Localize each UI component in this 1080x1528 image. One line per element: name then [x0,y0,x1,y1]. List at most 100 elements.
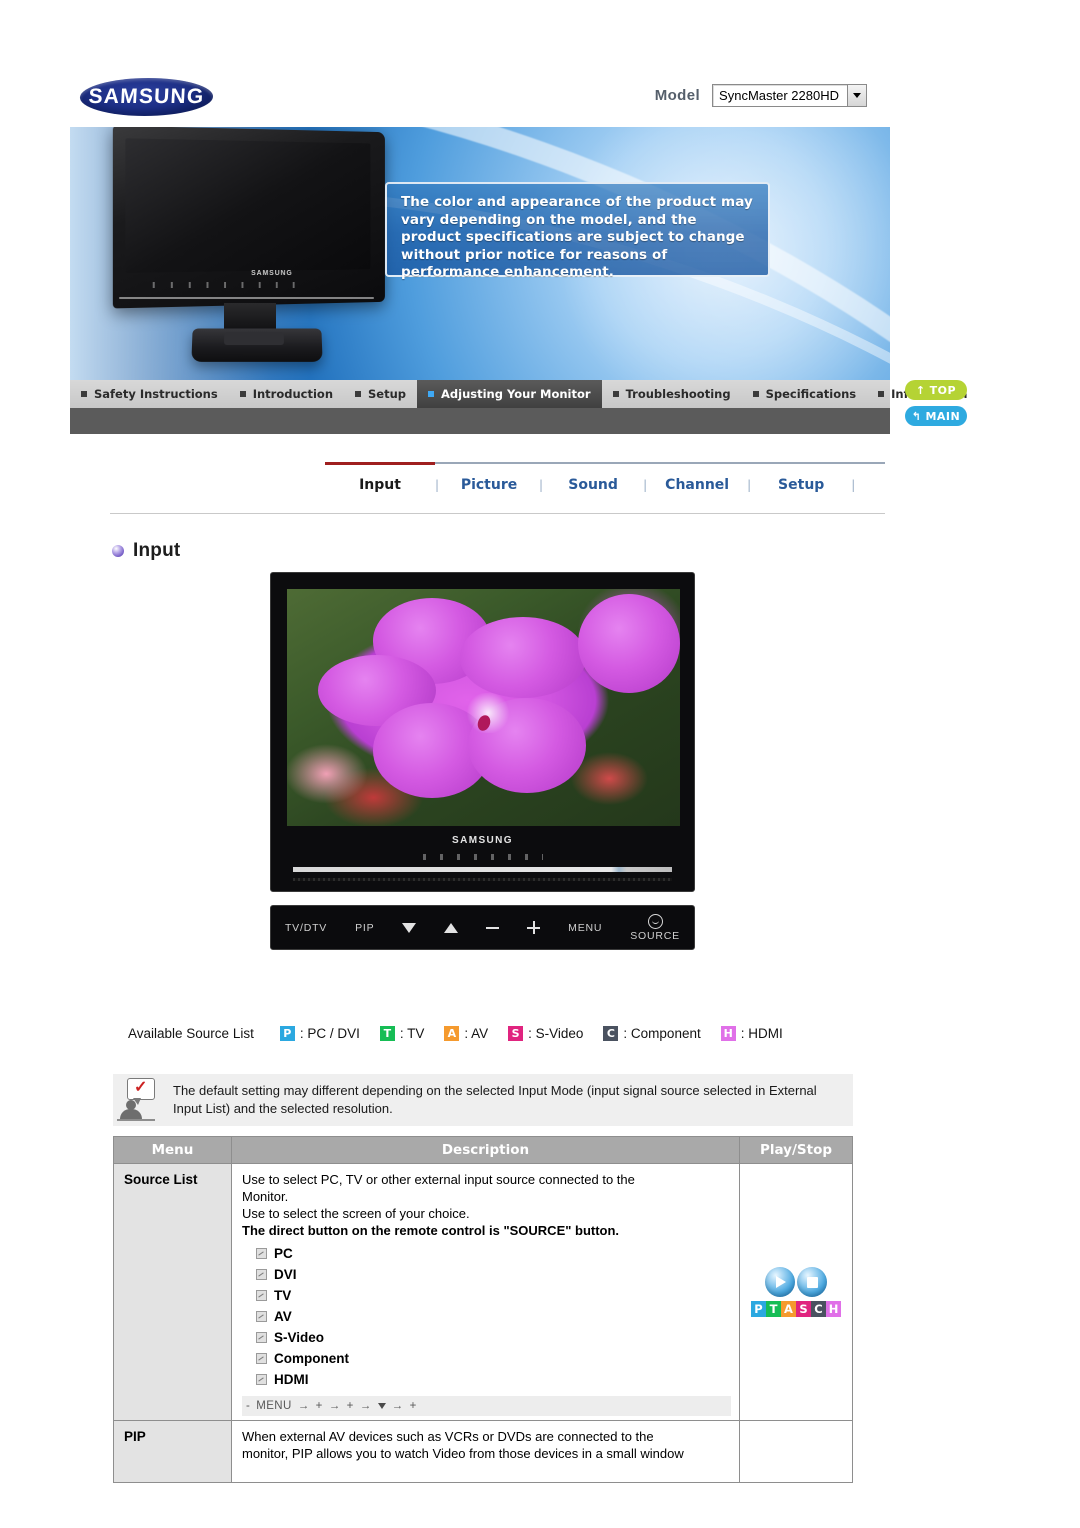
main-button[interactable]: ↰ MAIN [905,406,967,426]
desc-line: Monitor. [242,1189,289,1204]
available-source-list-label: Available Source List [128,1026,254,1041]
person-body-icon [120,1109,142,1119]
legend-item-label: : S-Video [528,1026,584,1041]
model-selector-group: Model SyncMaster 2280HD [655,84,867,107]
square-bullet-icon [752,391,759,397]
tab-picture[interactable]: Picture [439,477,539,493]
control-tvdtv[interactable]: TV/DTV [285,922,327,934]
list-marker-icon [256,1311,267,1322]
list-marker-icon [256,1374,267,1385]
legend-item-label: : TV [399,1026,425,1041]
chevron-down-icon[interactable] [847,85,866,106]
badge-t: T [766,1301,781,1317]
banner-callout-text: The color and appearance of the product … [401,194,753,280]
tab-setup[interactable]: Setup [751,477,851,493]
badge-s: S [796,1301,811,1317]
legend-item-label: : HDMI [740,1026,783,1041]
badge-p: P [751,1301,766,1317]
nav-item-setup[interactable]: Setup [344,380,417,408]
source-chip-c: C [603,1026,619,1041]
home-arrow-icon: ↰ [911,409,922,423]
arrow-up-icon: ↑ [915,383,926,397]
arrow-up-icon[interactable] [444,922,459,933]
source-circle-icon [647,913,663,929]
tab-input[interactable]: Input [325,477,435,493]
desc-line: Use to select PC, TV or other external i… [242,1172,635,1187]
nav-item-label: Introduction [252,387,334,401]
nav-item-troubleshooting[interactable]: Troubleshooting [602,380,742,408]
bullet-dot-icon [112,545,124,557]
play-button-icon[interactable] [765,1267,795,1297]
banner-monitor-base [191,328,323,362]
option-label: PC [274,1246,293,1261]
option-av: AV [256,1306,731,1327]
table-header-row: Menu Description Play/Stop [113,1136,853,1164]
tab-sound[interactable]: Sound [543,477,643,493]
nav-item-adjusting-your-monitor[interactable]: Adjusting Your Monitor [417,380,602,408]
desc-line-emphasis: The direct button on the remote control … [242,1223,620,1238]
option-s-video: S-Video [256,1327,731,1348]
nav-underbar [70,408,890,434]
nav-item-specifications[interactable]: Specifications [742,380,868,408]
row-description-source-list: Use to select PC, TV or other external i… [231,1163,740,1421]
tab-channel[interactable]: Channel [647,477,747,493]
control-pip[interactable]: PIP [355,922,374,934]
list-marker-icon [256,1290,267,1301]
legend-item-av: A : AV [444,1026,488,1041]
option-component: Component [256,1348,731,1369]
model-select[interactable]: SyncMaster 2280HD [712,84,867,107]
top-button-label: TOP [929,383,957,397]
nav-item-introduction[interactable]: Introduction [229,380,344,408]
nav-item-label: Troubleshooting [625,387,731,401]
desc-line: monitor, PIP allows you to watch Video f… [242,1446,684,1461]
arrow-down-icon[interactable] [402,922,417,933]
samsung-logo-text: SAMSUNG [88,85,206,108]
option-hdmi: HDMI [256,1369,731,1390]
monitor-brand-label: SAMSUNG [452,835,513,846]
option-label: AV [274,1309,292,1324]
square-bullet-icon [428,391,435,397]
control-menu[interactable]: MENU [568,922,602,934]
menu-path-step: + [315,1399,323,1412]
plus-icon[interactable] [527,921,541,934]
square-bullet-icon [81,391,87,397]
table-row: PIP When external AV devices such as VCR… [113,1420,853,1483]
source-chip-p: P [279,1026,295,1041]
nav-item-label: Specifications [765,387,857,401]
available-source-list: Available Source List P : PC / DVI T : T… [128,1026,803,1041]
menu-path-step: + [346,1399,354,1412]
minus-icon[interactable] [486,926,500,929]
badge-c: C [811,1301,826,1317]
banner-callout: The color and appearance of the product … [385,182,770,280]
square-bullet-icon [612,391,619,397]
control-source[interactable]: SOURCE [630,913,680,942]
menu-path-arrow: → [391,1399,404,1412]
banner-monitor-neck [224,303,276,331]
stop-button-icon[interactable] [797,1267,827,1297]
row-play-stop-pip [739,1420,853,1483]
note-box: The default setting may different depend… [113,1074,853,1126]
menu-path-arrow: → [328,1399,341,1412]
option-label: Component [274,1351,349,1366]
nav-item-label: Safety Instructions [94,387,218,401]
nav-item-safety-instructions[interactable]: Safety Instructions [70,380,229,408]
monitor-screen-image [287,589,680,826]
monitor-bezel-strip-lower [293,878,672,881]
legend-item-component: C : Component [603,1026,701,1041]
menu-description-table: Menu Description Play/Stop Source List U… [113,1136,853,1483]
menu-path-arrow: → [359,1399,372,1412]
list-marker-icon [256,1269,267,1280]
nav-item-label: Adjusting Your Monitor [441,387,591,401]
checkmark-icon: ✓ [134,1079,148,1096]
main-nav: Safety Instructions Introduction Setup A… [70,380,967,408]
top-button[interactable]: ↑ TOP [905,380,967,400]
play-stop-widget: P T A S C H [751,1267,841,1317]
source-options-list: PC DVI TV AV S-Video Component HDMI [256,1243,731,1390]
samsung-logo: SAMSUNG [78,78,215,116]
option-label: S-Video [274,1330,325,1345]
row-menu-pip: PIP [113,1420,232,1483]
option-tv: TV [256,1285,731,1306]
page-title: Input [133,540,181,561]
table-row: Source List Use to select PC, TV or othe… [113,1163,853,1421]
menu-path-dash: - [246,1399,251,1412]
